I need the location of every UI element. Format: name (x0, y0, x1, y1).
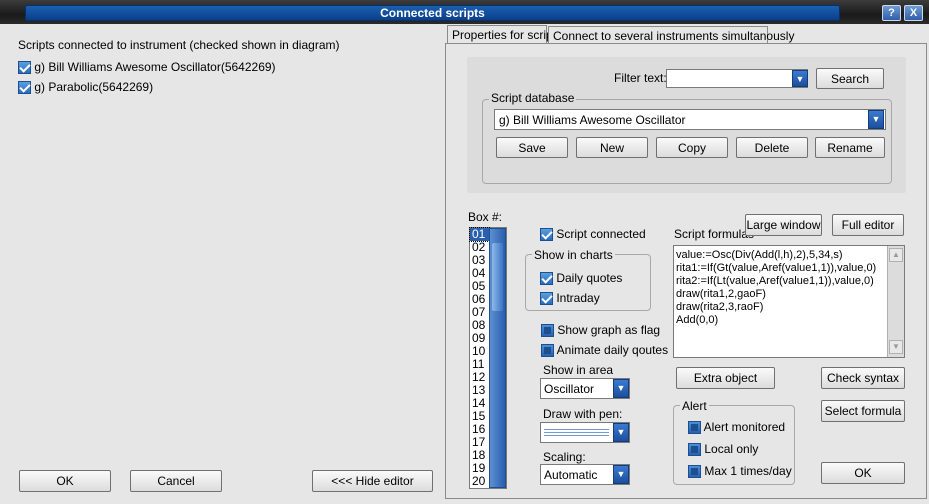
script-connected-checkbox[interactable] (540, 228, 553, 242)
intraday-row[interactable]: Intraday (540, 291, 600, 306)
check-syntax-button[interactable]: Check syntax (821, 367, 905, 389)
scripts-header: Scripts connected to instrument (checked… (18, 38, 340, 52)
script-item-label: g) Bill Williams Awesome Oscillator(5642… (34, 60, 276, 74)
max-once-checkbox[interactable] (688, 465, 701, 479)
box-label: Box #: (468, 210, 503, 224)
formula-editor[interactable]: value:=Osc(Div(Add(l,h),2),5,34,s) rita1… (673, 245, 905, 358)
scaling-label: Scaling: (543, 450, 586, 464)
daily-quotes-row[interactable]: Daily quotes (540, 271, 623, 286)
show-graph-flag-row[interactable]: Show graph as flag (541, 323, 661, 338)
left-panel: Scripts connected to instrument (checked… (0, 24, 443, 504)
max-once-label: Max 1 times/day (704, 464, 792, 478)
window-title: Connected scripts (380, 6, 485, 20)
cancel-button[interactable]: Cancel (130, 470, 222, 492)
intraday-checkbox[interactable] (540, 292, 553, 306)
filter-input[interactable] (666, 69, 808, 88)
show-graph-flag-checkbox[interactable] (541, 324, 554, 338)
pen-line (544, 432, 609, 433)
alert-legend: Alert (680, 399, 709, 413)
pen-line (544, 429, 609, 430)
chevron-down-icon[interactable] (792, 70, 808, 87)
script-select-value: g) Bill Williams Awesome Oscillator (499, 113, 686, 127)
tab-properties[interactable]: Properties for script (447, 25, 556, 45)
script-item-label: g) Parabolic(5642269) (34, 80, 154, 94)
scaling-value: Automatic (544, 468, 598, 482)
show-in-area-label: Show in area (543, 363, 614, 377)
show-graph-flag-label: Show graph as flag (557, 323, 661, 337)
formula-line: draw(rita1,2,gaoF) (676, 288, 766, 300)
animate-row[interactable]: Animate daily qoutes (541, 343, 669, 358)
formula-line: rita1:=If(Gt(value,Aref(value1,1)),value… (676, 262, 877, 274)
extra-object-button[interactable]: Extra object (676, 367, 775, 389)
chevron-down-icon[interactable] (613, 423, 629, 442)
help-button[interactable]: ? (882, 5, 901, 21)
alert-monitored-label: Alert monitored (703, 420, 786, 434)
scrollbar-thumb[interactable] (492, 243, 503, 311)
local-only-row[interactable]: Local only (688, 442, 759, 457)
ok-button[interactable]: OK (19, 470, 111, 492)
intraday-label: Intraday (556, 291, 600, 305)
chevron-down-icon[interactable] (613, 465, 629, 484)
script-select[interactable]: g) Bill Williams Awesome Oscillator (494, 109, 886, 130)
full-editor-button[interactable]: Full editor (832, 214, 904, 236)
hide-editor-button[interactable]: <<< Hide editor (312, 470, 433, 492)
box-scrollbar[interactable] (489, 228, 506, 488)
local-only-label: Local only (704, 442, 759, 456)
daily-quotes-checkbox[interactable] (540, 272, 553, 286)
animate-label: Animate daily qoutes (556, 343, 669, 357)
copy-button[interactable]: Copy (656, 137, 728, 158)
script-database-legend: Script database (489, 91, 577, 105)
daily-quotes-label: Daily quotes (556, 271, 623, 285)
script-connected-row[interactable]: Script connected (540, 227, 646, 242)
script-item[interactable]: g) Parabolic(5642269) (18, 80, 154, 95)
pen-line (544, 435, 609, 436)
show-in-area-value: Oscillator (544, 382, 595, 396)
formula-line: value:=Osc(Div(Add(l,h),2),5,34,s) (676, 249, 843, 261)
formula-line: Add(0,0) (676, 314, 719, 326)
script-checkbox[interactable] (18, 61, 31, 75)
scroll-down-icon[interactable]: ▼ (889, 340, 903, 354)
select-formula-button[interactable]: Select formula (821, 400, 905, 422)
alert-monitored-row[interactable]: Alert monitored (688, 420, 786, 435)
title-bar: Connected scripts ? X (0, 0, 929, 24)
script-checkbox[interactable] (18, 81, 31, 95)
delete-button[interactable]: Delete (736, 137, 808, 158)
filter-label: Filter text: (614, 71, 667, 85)
show-in-charts-legend: Show in charts (532, 248, 615, 262)
new-button[interactable]: New (576, 137, 648, 158)
alert-monitored-checkbox[interactable] (688, 421, 701, 435)
close-button[interactable]: X (904, 5, 923, 21)
max-once-row[interactable]: Max 1 times/day (688, 464, 792, 479)
animate-checkbox[interactable] (541, 344, 554, 358)
local-only-checkbox[interactable] (688, 443, 701, 457)
search-button[interactable]: Search (816, 68, 884, 89)
chevron-down-icon[interactable] (868, 110, 884, 129)
script-connected-label: Script connected (556, 227, 646, 241)
scroll-up-icon[interactable]: ▲ (889, 248, 903, 262)
formula-scrollbar[interactable]: ▲ ▼ (887, 246, 904, 357)
rename-button[interactable]: Rename (815, 137, 885, 158)
formula-line: draw(rita2,3,raoF) (676, 301, 764, 313)
box-item[interactable]: 20 (470, 475, 489, 488)
draw-with-pen-label: Draw with pen: (543, 407, 623, 421)
save-button[interactable]: Save (496, 137, 568, 158)
chevron-down-icon[interactable] (613, 379, 629, 398)
script-formulas-label: Script formulas (674, 227, 755, 241)
large-window-button[interactable]: Large window (745, 214, 822, 236)
script-item[interactable]: g) Bill Williams Awesome Oscillator(5642… (18, 60, 276, 75)
formula-line: rita2:=If(Lt(value,Aref(value1,1)),value… (676, 275, 874, 287)
title-bar-band: Connected scripts (25, 5, 840, 21)
ok-formula-button[interactable]: OK (821, 462, 905, 484)
